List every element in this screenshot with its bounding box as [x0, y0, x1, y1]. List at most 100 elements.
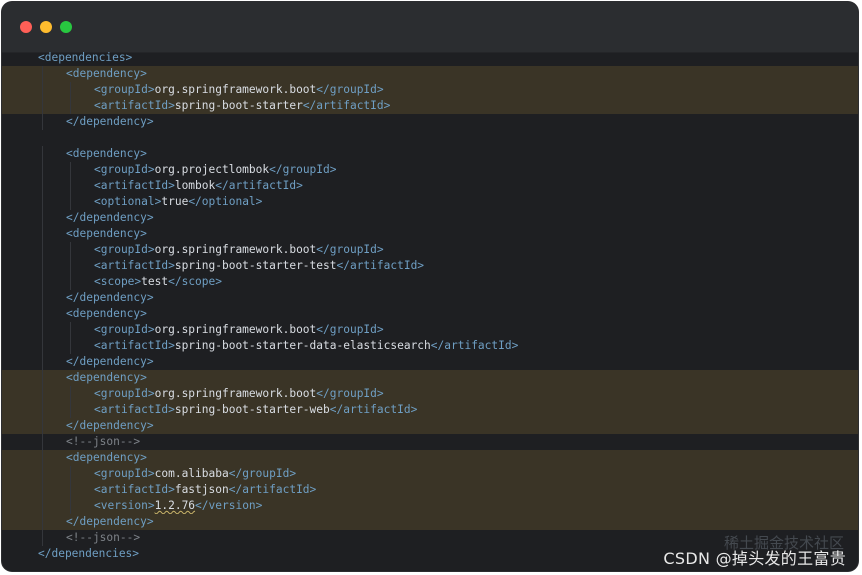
code-text: <groupId>org.springframework.boot</group… [94, 322, 384, 338]
indent-guide [42, 370, 43, 386]
open-tag: <artifactId> [94, 403, 175, 416]
open-tag: <artifactId> [94, 483, 175, 496]
indent-guide [70, 466, 71, 482]
indent-guide [70, 386, 71, 402]
close-button[interactable] [20, 21, 32, 33]
code-line[interactable]: <dependency> [2, 226, 858, 242]
code-line[interactable] [2, 130, 858, 146]
code-line[interactable]: <dependency> [2, 370, 858, 386]
xml-comment: <!--json--> [66, 531, 141, 544]
code-line[interactable]: <artifactId>fastjson</artifactId> [2, 482, 858, 498]
close-tag: </groupId> [316, 243, 384, 256]
tag-value: spring-boot-starter-test [174, 259, 337, 272]
code-text: </dependency> [66, 418, 154, 434]
code-line[interactable]: <groupId>org.springframework.boot</group… [2, 322, 858, 338]
indent-guide [42, 82, 43, 98]
code-line[interactable]: </dependency> [2, 114, 858, 130]
minimize-button[interactable] [40, 21, 52, 33]
maximize-button[interactable] [60, 21, 72, 33]
code-text: <artifactId>spring-boot-starter-web</art… [94, 402, 417, 418]
open-tag: <dependency> [66, 371, 147, 384]
indent-guide [42, 386, 43, 402]
tag-value: 1.2.76 [154, 499, 196, 512]
open-tag: <dependency> [66, 147, 147, 160]
code-text: <dependency> [66, 146, 147, 162]
code-line[interactable]: <groupId>org.springframework.boot</group… [2, 242, 858, 258]
code-line[interactable]: <groupId>com.alibaba</groupId> [2, 466, 858, 482]
code-line[interactable]: <groupId>org.projectlombok</groupId> [2, 162, 858, 178]
code-text: </dependency> [66, 354, 154, 370]
code-line[interactable]: <!--json--> [2, 434, 858, 450]
code-editor[interactable]: <dependencies> <dependency> <groupId>org.s… [2, 50, 858, 571]
close-tag: </artifactId> [228, 483, 317, 496]
indent-guide [42, 114, 43, 130]
code-text: <!--json--> [66, 530, 140, 546]
code-line[interactable]: <dependency> [2, 306, 858, 322]
close-tag: </groupId> [228, 467, 297, 480]
code-line[interactable]: <dependency> [2, 146, 858, 162]
code-line[interactable]: </dependency> [2, 354, 858, 370]
code-text: <optional>true</optional> [94, 194, 262, 210]
code-line[interactable]: <optional>true</optional> [2, 194, 858, 210]
code-text: <scope>test</scope> [94, 274, 222, 290]
close-tag: </artifactId> [329, 403, 418, 416]
close-tag: </groupId> [316, 323, 384, 336]
code-line[interactable]: <groupId>org.springframework.boot</group… [2, 386, 858, 402]
indent-guide [70, 194, 71, 210]
code-line[interactable]: <dependency> [2, 450, 858, 466]
close-tag: </groupId> [316, 387, 384, 400]
code-line[interactable]: </dependency> [2, 514, 858, 530]
code-line[interactable]: <artifactId>lombok</artifactId> [2, 178, 858, 194]
code-text: <version>1.2.76</version> [94, 498, 262, 514]
close-tag: </groupId> [316, 83, 384, 96]
code-line[interactable]: <artifactId>spring-boot-starter-data-ela… [2, 338, 858, 354]
open-tag: <artifactId> [94, 259, 175, 272]
open-tag: <dependency> [66, 451, 147, 464]
editor-window: <dependencies> <dependency> <groupId>org.s… [2, 2, 858, 571]
code-line[interactable]: <dependencies> [2, 50, 858, 66]
close-tag: </artifactId> [430, 339, 519, 352]
code-text: </dependencies> [38, 546, 139, 562]
indent-guide [42, 194, 43, 210]
close-tag: </artifactId> [336, 259, 425, 272]
code-line[interactable]: <artifactId>spring-boot-starter-web</art… [2, 402, 858, 418]
indent-guide [70, 82, 71, 98]
indent-guide [70, 482, 71, 498]
tag-value: org.springframework.boot [154, 83, 317, 96]
open-tag: <dependency> [66, 307, 147, 320]
indent-guide [70, 274, 71, 290]
code-line[interactable]: </dependency> [2, 210, 858, 226]
code-text: <artifactId>spring-boot-starter-test</ar… [94, 258, 424, 274]
code-line[interactable]: </dependency> [2, 290, 858, 306]
open-tag: <scope> [94, 275, 142, 288]
tag-value: spring-boot-starter-web [174, 403, 330, 416]
tag-value: org.springframework.boot [154, 243, 317, 256]
indent-guide [70, 402, 71, 418]
close-tag: </groupId> [269, 163, 337, 176]
code-text: </dependency> [66, 514, 154, 530]
code-line[interactable]: <groupId>org.springframework.boot</group… [2, 82, 858, 98]
close-tag: </dependency> [66, 355, 154, 368]
code-text: <dependency> [66, 450, 147, 466]
watermark-text: CSDN @掉头发的王富贵 [663, 549, 846, 568]
indent-guide [42, 530, 43, 546]
indent-guide [42, 274, 43, 290]
tag-value: lombok [174, 179, 216, 192]
code-text: <artifactId>spring-boot-starter-data-ela… [94, 338, 518, 354]
indent-guide [42, 514, 43, 530]
indent-guide [42, 322, 43, 338]
indent-guide [42, 290, 43, 306]
indent-guide [42, 450, 43, 466]
indent-guide [70, 338, 71, 354]
code-line[interactable]: <scope>test</scope> [2, 274, 858, 290]
indent-guide [70, 498, 71, 514]
code-text: </dependency> [66, 210, 154, 226]
code-text: <artifactId>spring-boot-starter</artifac… [94, 98, 390, 114]
indent-guide [42, 434, 43, 450]
code-line[interactable]: <version>1.2.76</version> [2, 498, 858, 514]
code-line[interactable]: </dependency> [2, 418, 858, 434]
code-line[interactable]: <artifactId>spring-boot-starter</artifac… [2, 98, 858, 114]
code-line[interactable]: <artifactId>spring-boot-starter-test</ar… [2, 258, 858, 274]
code-line[interactable]: <dependency> [2, 66, 858, 82]
indent-guide [42, 482, 43, 498]
